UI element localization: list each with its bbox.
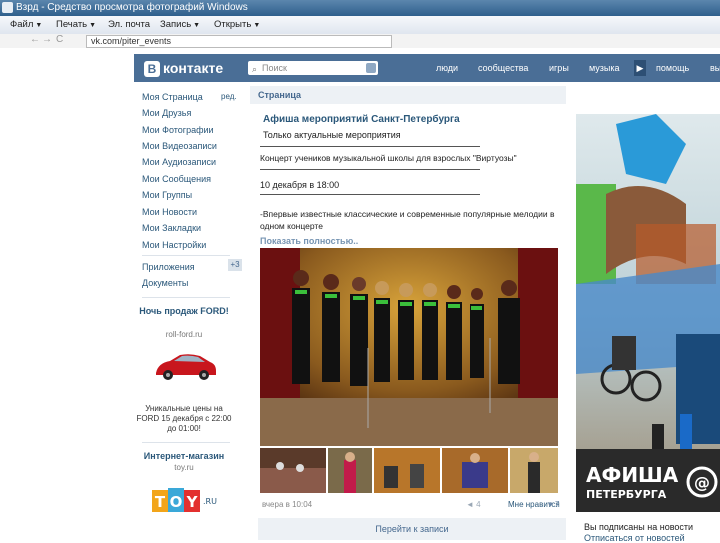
sidebar-item-groups[interactable]: Мои Группы	[142, 190, 192, 200]
svg-text:O: O	[170, 493, 183, 511]
nav-help[interactable]: помощь	[656, 63, 689, 73]
page-section-header: Страница	[250, 86, 566, 104]
post-text-line: 10 декабря в 18:00	[260, 180, 340, 190]
subscription-status: Вы подписаны на новости	[584, 522, 694, 532]
ad-ford-site[interactable]: roll-ford.ru	[134, 330, 234, 339]
play-icon[interactable]: ▶	[634, 60, 646, 76]
nav-games[interactable]: игры	[549, 63, 569, 73]
nav-people[interactable]: люди	[436, 63, 458, 73]
group-avatar-poster[interactable]: АФИША ПЕТЕРБУРГА @	[576, 114, 720, 512]
menu-open[interactable]: Открыть ▼	[214, 19, 260, 30]
menu-email[interactable]: Эл. почта	[108, 19, 150, 30]
sidebar-item-photos[interactable]: Мои Фотографии	[142, 125, 214, 135]
chevron-down-icon: ▼	[193, 22, 201, 29]
sidebar-item-videos[interactable]: Мои Видеозаписи	[142, 141, 217, 151]
chevron-down-icon: ▼	[89, 22, 97, 29]
ad-toy-site[interactable]: toy.ru	[134, 463, 234, 472]
nav-communities[interactable]: сообщества	[478, 63, 528, 73]
megaphone-icon: ◄	[466, 500, 477, 509]
sidebar-item-bookmarks[interactable]: Мои Закладки	[142, 223, 201, 233]
divider	[260, 194, 480, 195]
forward-icon[interactable]: →	[42, 34, 52, 45]
post-photo-choir[interactable]	[260, 248, 558, 446]
photo-thumbnail[interactable]	[328, 448, 372, 493]
reload-icon[interactable]: C	[56, 34, 63, 45]
sidebar-item-friends[interactable]: Мои Друзья	[142, 108, 191, 118]
menu-bar: Файл ▼ Печать ▼ Эл. почта Запись ▼ Открыть ▼	[0, 16, 720, 35]
search-input[interactable]: ⌕ Поиск	[248, 61, 378, 75]
divider	[142, 255, 230, 256]
chevron-down-icon: ▼	[35, 22, 43, 29]
sidebar-item-documents[interactable]: Документы	[142, 278, 188, 288]
vk-logo[interactable]: Bконтакте	[144, 59, 223, 77]
edit-link[interactable]: ред.	[221, 92, 237, 101]
svg-text:Y: Y	[186, 493, 199, 511]
divider	[260, 146, 480, 147]
post-author-title[interactable]: Афиша мероприятий Санкт-Петербурга	[263, 114, 460, 125]
search-button[interactable]	[366, 63, 376, 73]
post-text-line: -Впервые известные классические и соврем…	[260, 209, 555, 219]
go-to-record-button[interactable]: Перейти к записи	[258, 518, 566, 540]
search-icon: ⌕	[252, 64, 258, 74]
svg-text:.RU: .RU	[203, 497, 217, 506]
at-icon: @	[694, 473, 710, 492]
sidebar-item-apps[interactable]: Приложения	[142, 262, 195, 272]
post-date[interactable]: вчера в 10:04	[262, 500, 312, 509]
ad-ford-title[interactable]: Ночь продаж FORD!	[134, 306, 234, 317]
unsubscribe-link[interactable]: Отписаться от новостей	[584, 533, 685, 543]
vk-header: Bконтакте ⌕ Поиск люди сообщества игры м…	[134, 54, 720, 82]
menu-print[interactable]: Печать ▼	[56, 19, 96, 30]
chevron-down-icon: ▼	[253, 22, 261, 29]
nav-logout[interactable]: выйти	[710, 63, 720, 73]
sidebar-item-news[interactable]: Мои Новости	[142, 207, 197, 217]
sidebar-item-audio[interactable]: Мои Аудиозаписи	[142, 157, 216, 167]
post-text-line: одном концерте	[260, 221, 323, 231]
svg-text:T: T	[155, 493, 166, 511]
poster-title: АФИША	[586, 463, 679, 487]
nav-music[interactable]: музыка	[589, 63, 620, 73]
photo-thumbnail[interactable]	[374, 448, 440, 493]
divider	[260, 169, 480, 170]
back-icon[interactable]: ←	[30, 34, 40, 45]
ad-toy-title[interactable]: Интернет-магазин	[134, 451, 234, 461]
poster-subtitle: ПЕТЕРБУРГА	[586, 488, 667, 501]
toy-logo-icon[interactable]: T O Y .RU	[150, 484, 220, 520]
window-title-bar: Взрд - Средство просмотра фотографий Win…	[0, 0, 720, 16]
sidebar-item-settings[interactable]: Мои Настройки	[142, 240, 206, 250]
divider	[142, 442, 230, 443]
post-subtitle: Только актуальные мероприятия	[263, 130, 401, 140]
apps-count-badge[interactable]: +3	[228, 259, 242, 271]
photo-thumbnail[interactable]	[510, 448, 558, 493]
photo-thumbnail[interactable]	[260, 448, 326, 493]
url-field[interactable]: vk.com/piter_events	[86, 35, 392, 48]
post-text-line: Концерт учеников музыкальной школы для в…	[260, 153, 517, 163]
sidebar-item-messages[interactable]: Мои Сообщения	[142, 174, 211, 184]
ad-car-image[interactable]	[150, 345, 220, 385]
show-full-link[interactable]: Показать полностью..	[260, 236, 358, 246]
app-icon	[2, 2, 13, 13]
repost-button[interactable]: ◄ 4	[466, 500, 481, 509]
sidebar-item-my-page[interactable]: Моя Страница	[142, 92, 203, 102]
photo-thumbnail[interactable]	[442, 448, 508, 493]
heart-icon: ♥	[548, 500, 555, 509]
like-button[interactable]: ♥ 7	[548, 500, 559, 509]
address-bar: ← → C vk.com/piter_events	[0, 34, 720, 48]
menu-file[interactable]: Файл ▼	[10, 19, 42, 30]
ad-ford-text[interactable]: Уникальные цены на FORD 15 декабря с 22:…	[134, 404, 234, 434]
window-title: Взрд - Средство просмотра фотографий Win…	[16, 2, 248, 13]
menu-burn[interactable]: Запись ▼	[160, 19, 200, 30]
page-margin	[0, 48, 134, 540]
divider	[142, 297, 230, 298]
